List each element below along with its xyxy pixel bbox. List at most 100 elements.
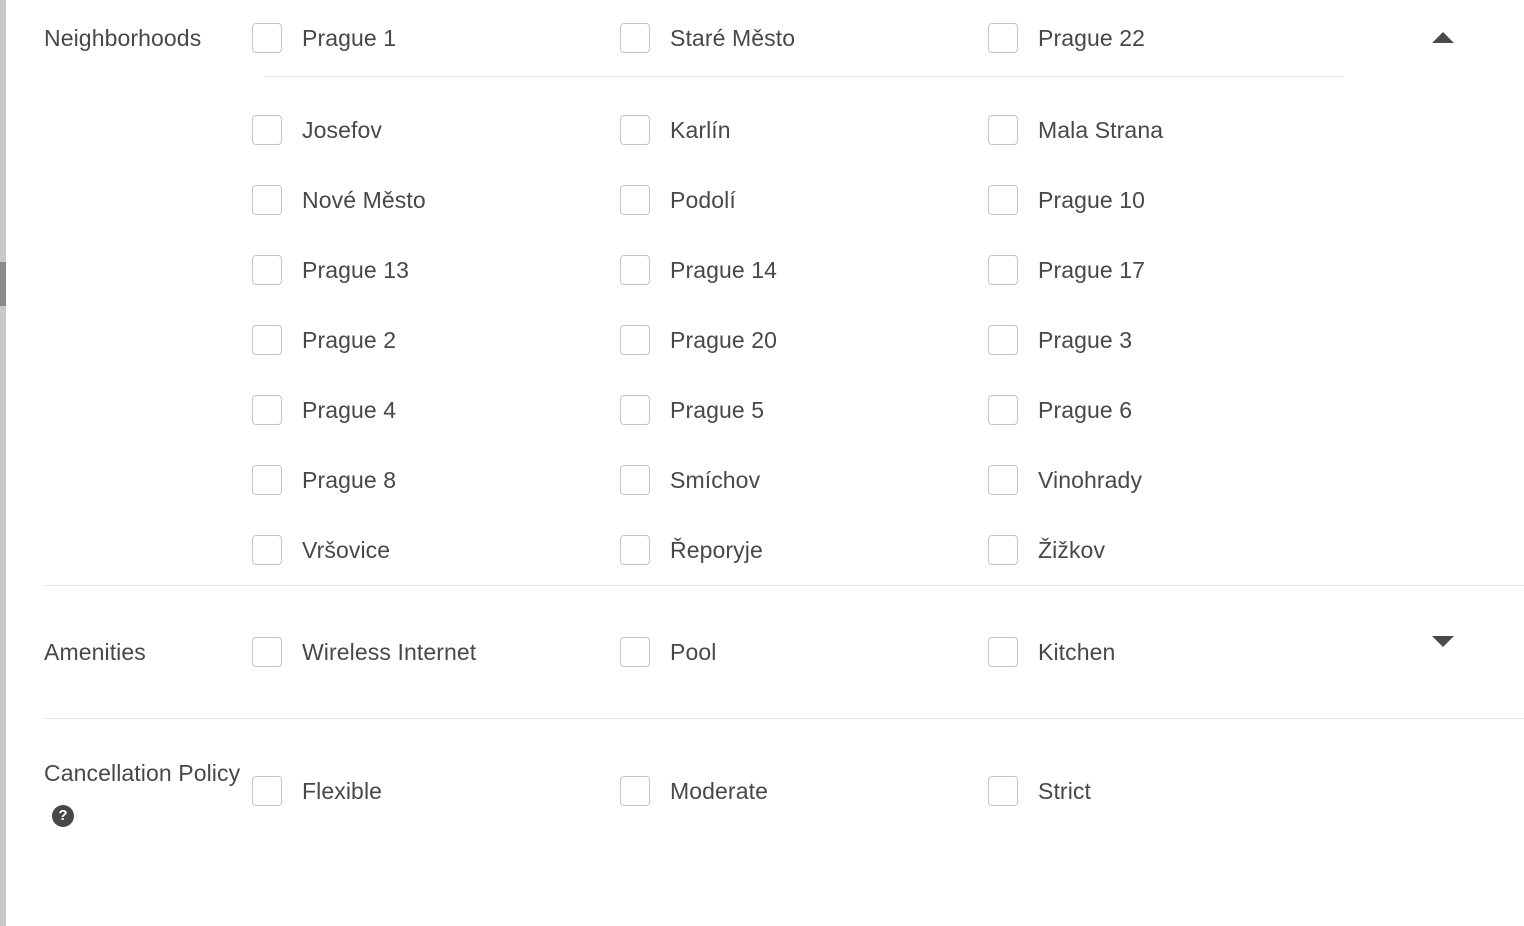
checkbox-box[interactable] [620,535,650,565]
section-label-text: Cancellation Policy [44,760,241,786]
checkbox-label: Flexible [302,778,383,804]
checkbox-row: Prague 4 Prague 5 Prague 6 [252,375,1372,445]
checkbox-item-josefov[interactable]: Josefov [252,115,620,145]
checkbox-item-prague-8[interactable]: Prague 8 [252,465,620,495]
checkbox-item-reporyje[interactable]: Řeporyje [620,535,988,565]
checkbox-item-prague-3[interactable]: Prague 3 [988,325,1356,355]
checkbox-label: Řeporyje [670,537,763,563]
checkbox-item-flexible[interactable]: Flexible [252,776,620,806]
checkbox-item-prague-2[interactable]: Prague 2 [252,325,620,355]
chevron-down-icon[interactable] [1432,636,1454,647]
checkbox-box[interactable] [988,325,1018,355]
section-label-cancellation-policy: Cancellation Policy? [0,755,252,827]
checkbox-box[interactable] [252,185,282,215]
checkbox-box[interactable] [988,535,1018,565]
checkbox-box[interactable] [620,776,650,806]
checkbox-item-prague-14[interactable]: Prague 14 [620,255,988,285]
checkbox-label: Prague 13 [302,257,410,283]
checkbox-item-prague-13[interactable]: Prague 13 [252,255,620,285]
checkbox-box[interactable] [988,115,1018,145]
checkbox-item-wireless-internet[interactable]: Wireless Internet [252,637,620,667]
checkbox-box[interactable] [252,23,282,53]
checkbox-label: Mala Strana [1038,117,1164,143]
checkbox-row: Josefov Karlín Mala Strana [252,95,1372,165]
chevron-up-icon[interactable] [1432,32,1454,43]
checkbox-item-nove-mesto[interactable]: Nové Město [252,185,620,215]
checkbox-box[interactable] [988,185,1018,215]
checkbox-box[interactable] [988,637,1018,667]
checkbox-row: Prague 2 Prague 20 Prague 3 [252,305,1372,375]
checkbox-box[interactable] [988,776,1018,806]
checkbox-box[interactable] [620,23,650,53]
checkbox-label: Karlín [670,117,731,143]
section-body-cancellation-policy: Flexible Moderate Strict [252,776,1524,806]
checkbox-item-strict[interactable]: Strict [988,776,1356,806]
checkbox-box[interactable] [620,395,650,425]
checkbox-item-karlin[interactable]: Karlín [620,115,988,145]
checkbox-label: Vršovice [302,537,391,563]
checkbox-box[interactable] [252,115,282,145]
checkbox-item-stare-mesto[interactable]: Staré Město [620,23,988,53]
filter-section-amenities: Amenities Wireless Internet Pool Kitchen [0,586,1524,718]
checkbox-label: Strict [1038,778,1091,804]
checkbox-row: Prague 13 Prague 14 Prague 17 [252,235,1372,305]
checkbox-row: Prague 8 Smíchov Vinohrady [252,445,1372,515]
checkbox-box[interactable] [252,535,282,565]
section-body-neighborhoods: Prague 1 Staré Město Prague 22 Josefov K… [252,0,1524,585]
checkbox-box[interactable] [252,395,282,425]
checkbox-box[interactable] [252,255,282,285]
filters-panel: Neighborhoods Prague 1 Staré Město Pragu… [0,0,1524,926]
checkbox-box[interactable] [252,776,282,806]
checkbox-box[interactable] [988,23,1018,53]
checkbox-label: Prague 5 [670,397,765,423]
checkbox-label: Josefov [302,117,382,143]
checkbox-item-vinohrady[interactable]: Vinohrady [988,465,1356,495]
checkbox-item-prague-6[interactable]: Prague 6 [988,395,1356,425]
checkbox-item-zizkov[interactable]: Žižkov [988,535,1356,565]
checkbox-label: Prague 1 [302,25,397,51]
checkbox-label: Podolí [670,187,736,213]
checkbox-label: Prague 4 [302,397,397,423]
checkbox-item-podoli[interactable]: Podolí [620,185,988,215]
section-label-amenities: Amenities [44,639,146,665]
checkbox-box[interactable] [988,395,1018,425]
checkbox-item-mala-strana[interactable]: Mala Strana [988,115,1356,145]
checkbox-item-prague-17[interactable]: Prague 17 [988,255,1356,285]
checkbox-item-prague-4[interactable]: Prague 4 [252,395,620,425]
checkbox-box[interactable] [620,185,650,215]
checkbox-label: Prague 10 [1038,187,1146,213]
checkbox-box[interactable] [988,465,1018,495]
checkbox-item-vrsovice[interactable]: Vršovice [252,535,620,565]
checkbox-item-smichov[interactable]: Smíchov [620,465,988,495]
checkbox-label: Kitchen [1038,639,1116,665]
checkbox-box[interactable] [252,465,282,495]
checkbox-box[interactable] [620,325,650,355]
checkbox-box[interactable] [620,255,650,285]
checkbox-item-pool[interactable]: Pool [620,637,988,667]
checkbox-item-prague-5[interactable]: Prague 5 [620,395,988,425]
help-icon[interactable]: ? [52,805,74,827]
checkbox-label: Prague 22 [1038,25,1146,51]
checkbox-item-kitchen[interactable]: Kitchen [988,637,1356,667]
checkbox-item-moderate[interactable]: Moderate [620,776,988,806]
checkbox-item-prague-1[interactable]: Prague 1 [252,23,620,53]
checkbox-label: Vinohrady [1038,467,1143,493]
checkbox-box[interactable] [620,465,650,495]
checkbox-box[interactable] [252,637,282,667]
checkbox-box[interactable] [988,255,1018,285]
checkbox-item-prague-22[interactable]: Prague 22 [988,23,1356,53]
filter-section-cancellation-policy: Cancellation Policy? Flexible Moderate S… [0,719,1524,863]
section-body-amenities: Wireless Internet Pool Kitchen [252,637,1524,667]
checkbox-item-prague-20[interactable]: Prague 20 [620,325,988,355]
checkbox-box[interactable] [252,325,282,355]
checkbox-label: Smíchov [670,467,761,493]
checkbox-label: Prague 14 [670,257,778,283]
filter-section-neighborhoods: Neighborhoods Prague 1 Staré Město Pragu… [0,0,1524,585]
checkbox-box[interactable] [620,637,650,667]
checkbox-row: Vršovice Řeporyje Žižkov [252,515,1372,585]
checkbox-row: Flexible Moderate Strict [252,776,1372,806]
checkbox-label: Prague 17 [1038,257,1146,283]
checkbox-item-prague-10[interactable]: Prague 10 [988,185,1356,215]
checkbox-box[interactable] [620,115,650,145]
